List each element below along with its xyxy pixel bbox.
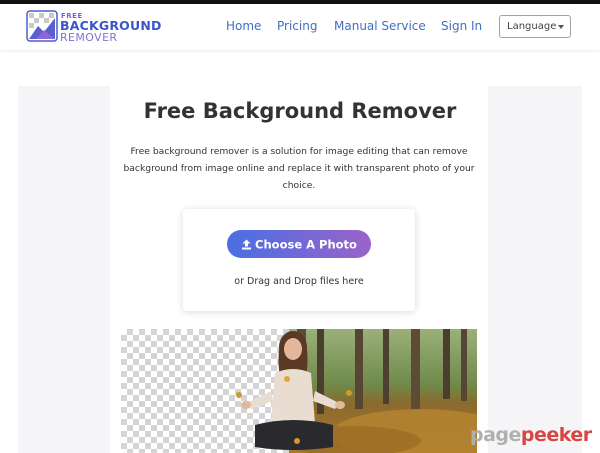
page-title: Free Background Remover (143, 99, 457, 123)
logo-text-remover: REMOVER (60, 31, 118, 44)
language-select[interactable]: Language (499, 15, 571, 38)
drag-drop-hint: or Drag and Drop files here (234, 276, 364, 287)
choose-photo-label: Choose A Photo (255, 237, 357, 252)
chevron-down-icon (558, 25, 564, 29)
pagepeeker-watermark: pagepeeker (470, 424, 592, 446)
upload-dropzone[interactable] (183, 209, 415, 311)
page-description: Free background remover is a solution fo… (123, 146, 475, 191)
nav-home-link[interactable]: Home (226, 19, 261, 33)
watermark-part-2: peeker (520, 424, 592, 446)
site-logo[interactable]: FREE BACKGROUND REMOVER (26, 10, 161, 46)
watermark-part-1: page (470, 424, 521, 446)
nav-manual-service-link[interactable]: Manual Service (334, 19, 426, 33)
example-preview-image (121, 329, 477, 453)
site-header: FREE BACKGROUND REMOVER Home Pricing Man… (0, 4, 600, 50)
choose-photo-button[interactable]: Choose A Photo (227, 230, 371, 258)
nav-pricing-link[interactable]: Pricing (277, 19, 317, 33)
logo-icon (26, 10, 58, 42)
example-photo (236, 329, 477, 453)
language-select-label: Language (507, 21, 557, 32)
upload-icon (242, 239, 252, 250)
nav-sign-in-link[interactable]: Sign In (441, 19, 482, 33)
